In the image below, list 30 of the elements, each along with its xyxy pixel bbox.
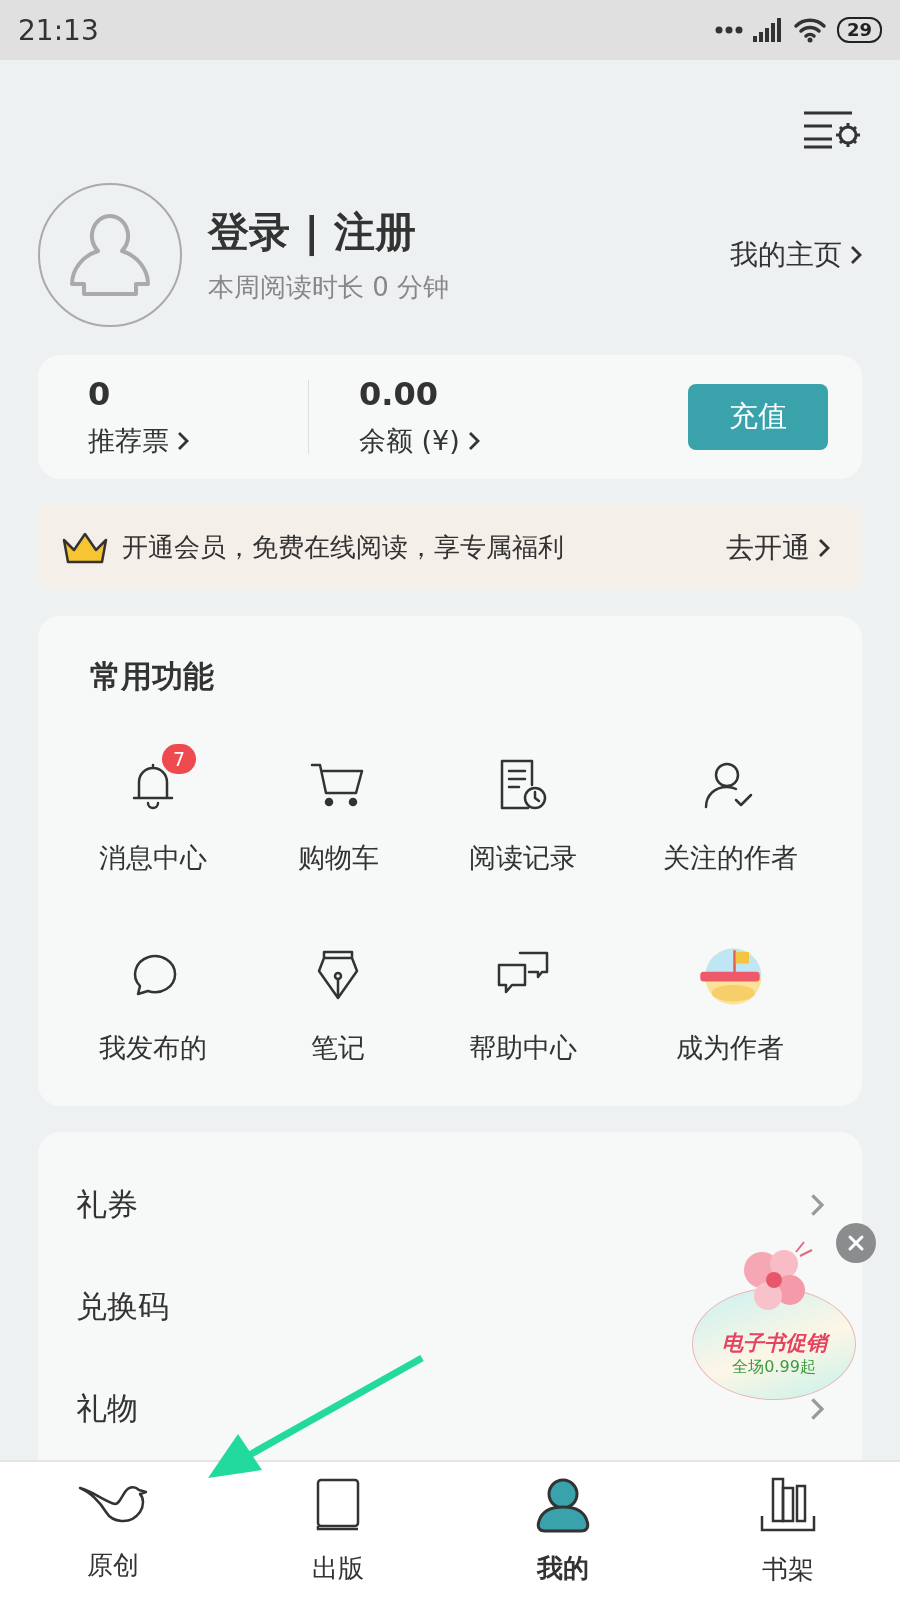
list-item[interactable]: 礼物 [76,1388,138,1430]
nav-tab[interactable]: 书架 [675,1462,900,1600]
homepage-link[interactable]: 我的主页 [730,235,862,274]
nav-tab[interactable]: 原创 [0,1462,225,1600]
function-item[interactable]: 我发布的 [46,928,260,1066]
stat-link[interactable]: 余额 (¥) [359,423,579,459]
function-item[interactable]: 成为作者 [630,928,830,1066]
battery-level: 29 [836,17,882,43]
nav-tab[interactable]: 我的 [450,1462,675,1600]
login-register-title[interactable]: 登录 | 注册 [208,204,730,260]
function-item[interactable]: 7 消息中心 [46,738,260,876]
vip-banner[interactable]: 开通会员，免费在线阅读，享专属福利 去开通 [38,505,862,590]
list-item[interactable]: 礼券 [76,1184,138,1226]
promo-subtitle: 全场0.99起 [732,1356,816,1378]
section-title: 常用功能 [89,657,215,696]
status-time: 21:13 [18,13,99,47]
stat-value: 0 [88,375,112,413]
function-item[interactable]: 阅读记录 [416,738,630,876]
reading-time-text: 本周阅读时长 0 分钟 [208,270,451,304]
function-item[interactable]: 购物车 [260,738,416,876]
stat-value: 0.00 [359,375,439,413]
function-item[interactable]: 帮助中心 [416,928,630,1066]
nav-tab[interactable]: 出版 [225,1462,450,1600]
list-item[interactable]: 兑换码 [76,1286,169,1328]
function-item[interactable]: 关注的作者 [630,738,830,876]
function-item[interactable]: 笔记 [260,928,416,1066]
vip-promo-text: 开通会员，免费在线阅读，享专属福利 [122,531,565,565]
stat-link[interactable]: 推荐票 [88,423,308,459]
count-badge: 7 [162,744,196,774]
activate-link[interactable]: 去开通 [726,528,830,567]
